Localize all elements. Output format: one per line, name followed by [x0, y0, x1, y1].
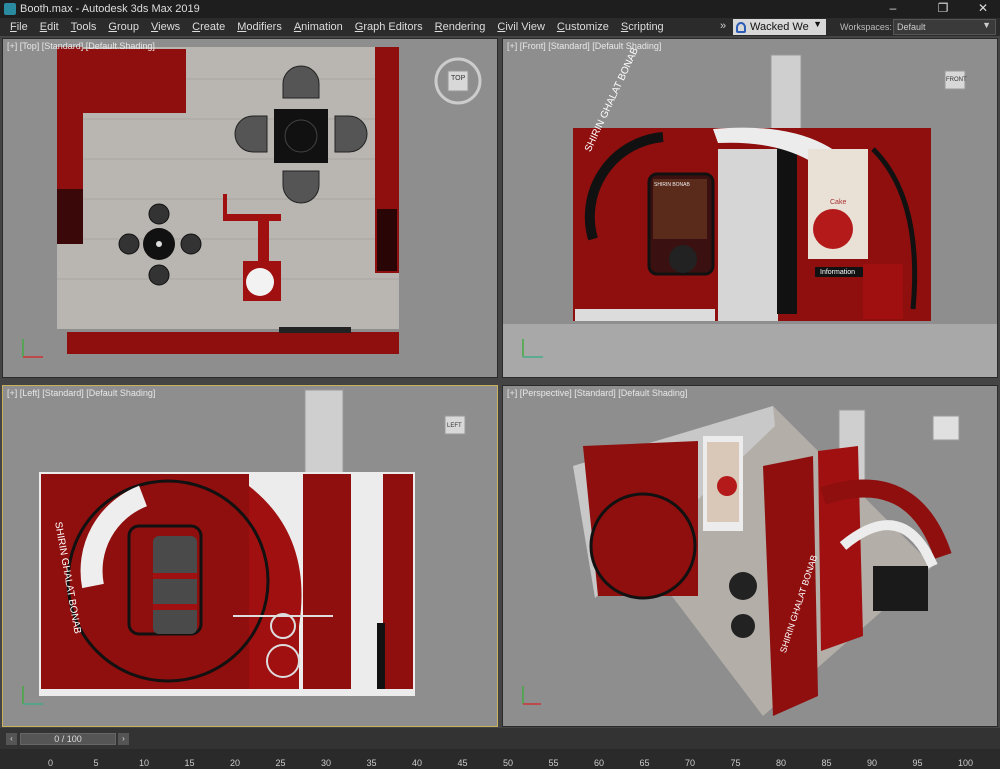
- user-name: Wacked We: [750, 21, 809, 33]
- perspective-view-drawing: [522, 406, 960, 716]
- chevron-down-icon: ▼: [982, 20, 991, 30]
- track-tick-label: 50: [503, 758, 514, 768]
- menu-views[interactable]: Views: [145, 21, 186, 33]
- viewport-left[interactable]: [+] [Left] [Standard] [Default Shading] …: [2, 385, 498, 727]
- minimize-button[interactable]: –: [878, 0, 908, 18]
- menu-create[interactable]: Create: [186, 21, 231, 33]
- track-tick-label: 85: [821, 758, 832, 768]
- track-tick-label: 10: [139, 758, 150, 768]
- menu-edit[interactable]: Edit: [34, 21, 65, 33]
- user-account-dropdown[interactable]: Wacked We ▼: [733, 19, 826, 35]
- viewport-label[interactable]: [+] [Perspective] [Standard] [Default Sh…: [507, 388, 687, 398]
- track-tick-label: 55: [548, 758, 559, 768]
- viewport-front[interactable]: [+] [Front] [Standard] [Default Shading]…: [502, 38, 998, 378]
- track-tick-label: 90: [867, 758, 878, 768]
- track-tick-label: 30: [321, 758, 332, 768]
- track-tick-label: 20: [230, 758, 241, 768]
- time-frame-value: 0 / 100: [54, 734, 82, 744]
- track-tick-label: 100: [958, 758, 974, 768]
- poster-text: Cake: [830, 199, 847, 206]
- menu-animation[interactable]: Animation: [288, 21, 349, 33]
- menu-group[interactable]: Group: [102, 21, 145, 33]
- workspace-dropdown[interactable]: Default ▼: [893, 19, 996, 35]
- left-view-drawing: [22, 389, 466, 705]
- track-tick-label: 70: [685, 758, 696, 768]
- poster-top-text: SHIRIN BONAB: [654, 182, 690, 188]
- menu-customize[interactable]: Customize: [551, 21, 615, 33]
- track-tick-label: 15: [184, 758, 195, 768]
- menu-tools[interactable]: Tools: [65, 21, 103, 33]
- workspaces-label: Workspaces:: [840, 22, 892, 32]
- time-prev-button[interactable]: ‹: [6, 733, 17, 745]
- menu-scripting[interactable]: Scripting: [615, 21, 670, 33]
- user-icon: [736, 21, 746, 33]
- viewport-label[interactable]: [+] [Left] [Standard] [Default Shading]: [7, 388, 155, 398]
- track-tick-label: 25: [275, 758, 286, 768]
- viewport-label[interactable]: [+] [Top] [Standard] [Default Shading]: [7, 41, 155, 51]
- viewcube-top[interactable]: TOP: [451, 75, 465, 82]
- chevron-down-icon: ▼: [813, 19, 822, 29]
- title-bar: Booth.max - Autodesk 3ds Max 2019 – ❐ ✕: [0, 0, 1000, 18]
- track-tick-label: 95: [912, 758, 923, 768]
- menu-rendering[interactable]: Rendering: [429, 21, 492, 33]
- track-tick-label: 75: [730, 758, 741, 768]
- viewport-top[interactable]: [+] [Top] [Standard] [Default Shading] T…: [2, 38, 498, 378]
- time-slider[interactable]: 0 / 100: [20, 733, 116, 745]
- track-tick-label: 60: [594, 758, 605, 768]
- menu-civil-view[interactable]: Civil View: [491, 21, 550, 33]
- track-tick-label: 40: [412, 758, 423, 768]
- track-tick-label: 80: [776, 758, 787, 768]
- menu-file[interactable]: File: [4, 21, 34, 33]
- maximize-button[interactable]: ❐: [928, 0, 958, 18]
- track-tick-label: 5: [93, 758, 99, 768]
- viewcube-front[interactable]: FRONT: [946, 77, 967, 83]
- time-slider-bar: [0, 728, 1000, 749]
- viewcube-left[interactable]: LEFT: [447, 423, 462, 429]
- workspace-value: Default: [897, 22, 926, 32]
- track-tick-label: 45: [457, 758, 468, 768]
- front-view-drawing: [503, 54, 997, 377]
- track-tick-label: 0: [48, 758, 54, 768]
- app-icon: [4, 3, 16, 15]
- track-tick-label: 35: [366, 758, 377, 768]
- viewport-perspective[interactable]: [+] [Perspective] [Standard] [Default Sh…: [502, 385, 998, 727]
- menu-modifiers[interactable]: Modifiers: [231, 21, 288, 33]
- close-button[interactable]: ✕: [968, 0, 998, 18]
- menu-overflow-button[interactable]: »: [720, 20, 726, 32]
- track-tick-label: 65: [639, 758, 650, 768]
- info-text: Information: [820, 269, 856, 276]
- top-view-drawing: [22, 47, 482, 358]
- time-next-button[interactable]: ›: [118, 733, 129, 745]
- window-title: Booth.max - Autodesk 3ds Max 2019: [20, 3, 200, 15]
- menu-graph-editors[interactable]: Graph Editors: [349, 21, 429, 33]
- viewport-label[interactable]: [+] [Front] [Standard] [Default Shading]: [507, 41, 661, 51]
- track-bar[interactable]: [0, 749, 1000, 769]
